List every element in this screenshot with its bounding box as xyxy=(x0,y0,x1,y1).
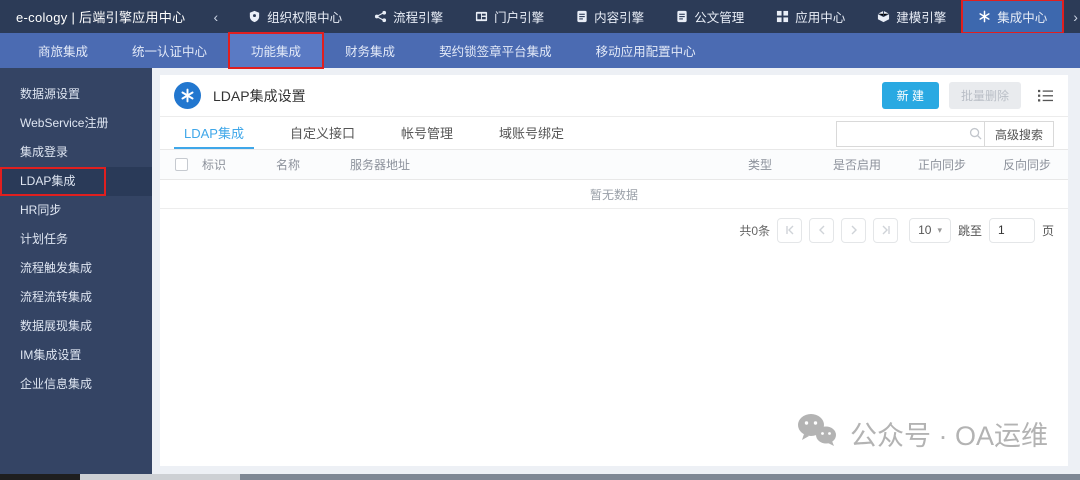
card-header: LDAP集成设置 新 建 批量删除 xyxy=(160,75,1068,117)
advanced-search-button[interactable]: 高级搜索 xyxy=(983,121,1054,147)
topnav-label: 应用中心 xyxy=(795,11,846,25)
topnav-label: 公文管理 xyxy=(694,11,745,25)
new-button[interactable]: 新 建 xyxy=(881,82,939,109)
column-header-id[interactable]: 标识 xyxy=(202,156,276,173)
batch-delete-button[interactable]: 批量删除 xyxy=(948,82,1021,109)
sidebar-item-enterprise-info[interactable]: 企业信息集成 xyxy=(0,370,152,399)
chevron-left-icon[interactable]: ‹ xyxy=(213,9,218,25)
column-header-type[interactable]: 类型 xyxy=(748,156,833,173)
last-page-button[interactable] xyxy=(873,217,899,243)
subnav-item-function-integration[interactable]: 功能集成 xyxy=(228,32,325,69)
topnav-label: 内容引擎 xyxy=(594,11,645,25)
topnav-item-app-center[interactable]: 应用中心 xyxy=(760,0,861,33)
sidebar-item-data-display[interactable]: 数据展现集成 xyxy=(0,312,152,341)
cube-icon xyxy=(877,10,890,23)
subnav-item-qiyuesuo-platform[interactable]: 契约锁签章平台集成 xyxy=(417,33,574,68)
topnav-item-portal-engine[interactable]: 门户引擎 xyxy=(459,0,560,33)
sidebar-item-ldap[interactable]: LDAP集成 xyxy=(0,167,152,196)
topnav-label: 集成中心 xyxy=(997,11,1048,25)
page-unit-label: 页 xyxy=(1041,223,1054,238)
prev-page-button[interactable] xyxy=(809,217,835,243)
page-title: LDAP集成设置 xyxy=(213,87,306,104)
select-all-checkbox[interactable] xyxy=(174,158,188,171)
sidebar-item-hr-sync[interactable]: HR同步 xyxy=(0,196,152,225)
search-group: 高级搜索 xyxy=(835,121,1054,147)
page-size-select[interactable]: 10 ▾ xyxy=(909,217,951,243)
tabs-bar: LDAP集成 自定义接口 帐号管理 域账号绑定 高级搜索 xyxy=(160,117,1068,150)
topnav-item-modeling-engine[interactable]: 建模引擎 xyxy=(861,0,962,33)
subnav-item-finance-integration[interactable]: 财务集成 xyxy=(323,33,417,68)
column-header-forward-sync[interactable]: 正向同步 xyxy=(918,156,1003,173)
flow-icon xyxy=(374,10,387,23)
sidebar-item-im-settings[interactable]: IM集成设置 xyxy=(0,341,152,370)
top-navigation: 组织权限中心 流程引擎 门户引擎 内容引擎 公文管理 应用中心 建模引擎 集成中… xyxy=(232,0,1065,34)
search-icon[interactable] xyxy=(969,127,982,145)
topnav-label: 流程引擎 xyxy=(393,11,444,25)
main-content-card: LDAP集成设置 新 建 批量删除 LDAP集成 自定义接口 帐号管理 域账号绑… xyxy=(160,75,1068,466)
subnav-item-travel-integration[interactable]: 商旅集成 xyxy=(16,33,110,68)
pagination-bar: 共0条 10 ▾ 跳至 页 xyxy=(160,209,1068,251)
topnav-item-workflow-engine[interactable]: 流程引擎 xyxy=(358,0,459,33)
sidebar-item-workflow-trigger[interactable]: 流程触发集成 xyxy=(0,254,152,283)
next-page-button[interactable] xyxy=(841,217,867,243)
table-header-row: 标识 名称 服务器地址 类型 是否启用 正向同步 反向同步 xyxy=(160,150,1068,180)
watermark: 公众号 · OA运维 xyxy=(796,413,1048,454)
app-logo: e-cology | 后端引擎应用中心 xyxy=(16,10,186,25)
jump-to-label: 跳至 xyxy=(957,223,982,238)
topnav-label: 建模引擎 xyxy=(896,11,947,25)
topnav-item-content-engine[interactable]: 内容引擎 xyxy=(560,0,660,33)
first-page-button[interactable] xyxy=(777,217,803,243)
secondary-navigation: 商旅集成 统一认证中心 功能集成 财务集成 契约锁签章平台集成 移动应用配置中心 xyxy=(0,32,1080,69)
portal-icon xyxy=(475,10,488,23)
wechat-icon xyxy=(796,413,838,454)
jump-page-input[interactable] xyxy=(988,217,1035,243)
watermark-text: 公众号 · OA运维 xyxy=(849,421,1048,451)
chevron-right-icon[interactable]: › xyxy=(1063,9,1080,25)
topnav-item-integration-center[interactable]: 集成中心 xyxy=(961,0,1065,34)
asterisk-icon xyxy=(978,10,991,23)
sidebar-item-scheduled-tasks[interactable]: 计划任务 xyxy=(0,225,152,254)
header-actions: 新 建 批量删除 xyxy=(881,82,1054,109)
chevron-down-icon: ▾ xyxy=(937,224,942,235)
asterisk-icon xyxy=(174,82,201,109)
topnav-item-org-permission[interactable]: 组织权限中心 xyxy=(232,0,358,33)
tab-ldap-integration[interactable]: LDAP集成 xyxy=(174,117,254,149)
topnav-label: 组织权限中心 xyxy=(267,11,343,25)
tab-custom-interface[interactable]: 自定义接口 xyxy=(280,117,365,149)
sidebar-item-integration-login[interactable]: 集成登录 xyxy=(0,138,152,167)
top-app-bar: e-cology | 后端引擎应用中心 ‹ 组织权限中心 流程引擎 门户引擎 内… xyxy=(0,0,1080,34)
subnav-item-unified-auth[interactable]: 统一认证中心 xyxy=(110,33,229,68)
scrollbar-corner xyxy=(0,474,80,480)
total-count: 共0条 xyxy=(739,223,771,238)
sidebar-item-datasource[interactable]: 数据源设置 xyxy=(0,80,152,109)
horizontal-scrollbar[interactable] xyxy=(0,474,1080,480)
column-header-reverse-sync[interactable]: 反向同步 xyxy=(1003,156,1063,173)
topnav-item-official-doc[interactable]: 公文管理 xyxy=(660,0,760,33)
sidebar-item-webservice[interactable]: WebService注册 xyxy=(0,109,152,138)
tab-domain-account-binding[interactable]: 域账号绑定 xyxy=(489,117,574,149)
tab-account-management[interactable]: 帐号管理 xyxy=(391,117,463,149)
column-header-server-address[interactable]: 服务器地址 xyxy=(350,156,748,173)
subnav-item-mobile-config[interactable]: 移动应用配置中心 xyxy=(574,33,718,68)
sidebar: 数据源设置 WebService注册 集成登录 LDAP集成 HR同步 计划任务… xyxy=(0,68,152,474)
column-header-name[interactable]: 名称 xyxy=(276,156,350,173)
grid-icon xyxy=(776,10,789,23)
empty-state-text: 暂无数据 xyxy=(160,180,1068,209)
document-icon xyxy=(576,10,588,23)
list-view-icon[interactable] xyxy=(1037,88,1054,103)
topnav-label: 门户引擎 xyxy=(494,11,545,25)
sidebar-item-workflow-flow[interactable]: 流程流转集成 xyxy=(0,283,152,312)
document-icon xyxy=(676,10,688,23)
shield-icon xyxy=(248,10,261,23)
column-header-enabled[interactable]: 是否启用 xyxy=(833,156,918,173)
search-input[interactable] xyxy=(835,121,984,147)
scrollbar-thumb[interactable] xyxy=(240,474,1080,480)
